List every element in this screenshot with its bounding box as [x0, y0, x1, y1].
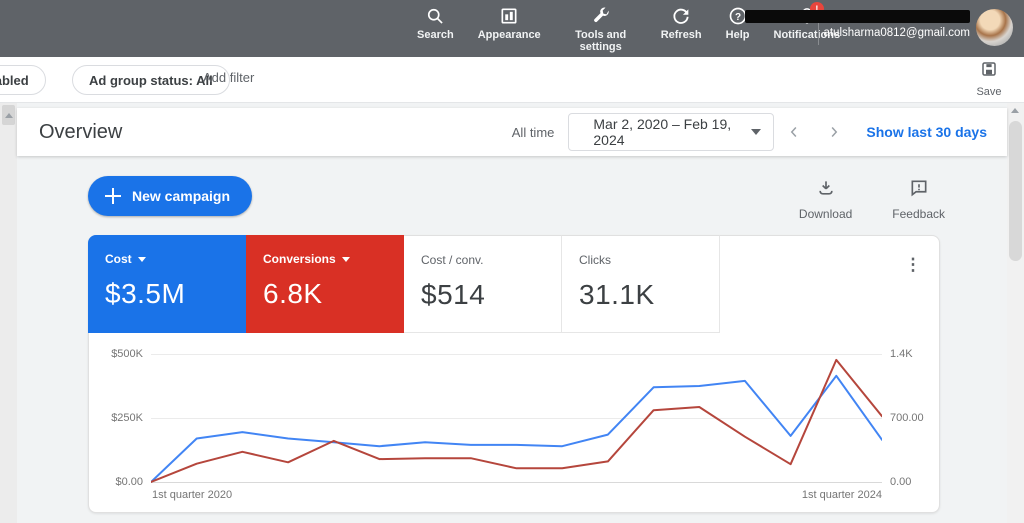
refresh-button[interactable]: Refresh — [649, 6, 714, 53]
download-label: Download — [798, 207, 853, 221]
download-icon — [816, 178, 836, 203]
kebab-menu-icon[interactable]: ⋮ — [903, 254, 923, 276]
ad-group-status-label: Ad group status: All — [89, 72, 213, 88]
scorecard-clicks-label: Clicks — [579, 253, 611, 267]
avatar[interactable] — [976, 9, 1013, 46]
date-range-picker[interactable]: Mar 2, 2020 – Feb 19, 2024 — [568, 113, 775, 151]
scorecard-conversions-value: 6.8K — [263, 278, 323, 309]
left-scrollbar-thumb[interactable] — [2, 105, 15, 125]
feedback-button[interactable]: Feedback — [892, 178, 945, 221]
show-last-30-days-link[interactable]: Show last 30 days — [866, 124, 987, 140]
vertical-scrollbar[interactable] — [1007, 103, 1024, 523]
date-range-value: Mar 2, 2020 – Feb 19, 2024 — [593, 116, 732, 148]
all-time-label: All time — [511, 124, 555, 140]
new-campaign-button[interactable]: New campaign — [88, 176, 253, 216]
y-axis-right-tick: 700.00 — [890, 412, 924, 424]
filter-bar: us: Enabled Ad group status: All Add fil… — [0, 57, 1024, 103]
overview-header: Overview All time Mar 2, 2020 – Feb 19, … — [17, 108, 1007, 156]
vertical-scrollbar-thumb[interactable] — [1009, 121, 1022, 261]
chart-plot-area[interactable] — [151, 353, 882, 483]
new-campaign-label: New campaign — [132, 188, 231, 204]
account-name-redacted — [745, 10, 970, 23]
chevron-down-icon — [137, 256, 146, 262]
appearance-icon — [499, 6, 519, 26]
search-button[interactable]: Search — [405, 6, 466, 53]
y-axis-left-tick: $250K — [111, 412, 143, 424]
scorecard-cost-label: Cost — [105, 252, 132, 266]
left-scrollbar[interactable] — [0, 103, 17, 523]
refresh-icon — [671, 6, 691, 26]
scorecard-cost-per-conv-value: $514 — [421, 279, 486, 310]
scorecard-cost-per-conv[interactable]: Cost / conv. $514 — [404, 235, 562, 333]
chevron-right-icon — [831, 126, 838, 138]
next-period-button[interactable] — [814, 112, 854, 152]
top-app-bar: Search Appearance Tools and settings Ref… — [0, 0, 1024, 57]
feedback-icon — [909, 178, 929, 203]
tools-icon — [591, 6, 611, 26]
scorecard-cost[interactable]: Cost $3.5M — [88, 235, 246, 333]
y-axis-left-tick: $500K — [111, 348, 143, 360]
save-icon — [980, 60, 998, 83]
search-label: Search — [417, 29, 454, 41]
date-range-cluster: All time Mar 2, 2020 – Feb 19, 2024 Show… — [512, 108, 987, 156]
y-axis-right-tick: 0.00 — [890, 476, 912, 488]
main-content: Overview All time Mar 2, 2020 – Feb 19, … — [17, 103, 1007, 523]
account-email: atulsharma0812@gmail.com — [823, 27, 970, 39]
feedback-label: Feedback — [892, 207, 945, 221]
save-button[interactable]: Save — [968, 60, 1010, 98]
chevron-left-icon — [791, 126, 797, 138]
conversions-line-series — [151, 358, 882, 483]
scroll-up-arrow-icon — [4, 112, 13, 118]
download-button[interactable]: Download — [799, 178, 852, 221]
scorecard-cost-per-conv-label: Cost / conv. — [421, 253, 484, 267]
previous-period-button[interactable] — [774, 112, 814, 152]
page-title: Overview — [39, 121, 123, 143]
x-axis-end-label: 1st quarter 2024 — [801, 489, 882, 501]
performance-chart: $500K $250K $0.00 1.4K 700.00 0.00 1st q… — [89, 334, 939, 512]
card-actions: Download Feedback — [799, 178, 945, 221]
scorecard-conversions-label: Conversions — [263, 252, 336, 266]
y-axis-left-tick: $0.00 — [115, 476, 143, 488]
tools-settings-label: Tools and settings — [575, 29, 627, 53]
status-filter-chip[interactable]: us: Enabled — [0, 65, 46, 95]
google-ads-overview-page: Search Appearance Tools and settings Ref… — [0, 0, 1024, 523]
save-label: Save — [976, 86, 1002, 98]
tools-settings-button[interactable]: Tools and settings — [553, 6, 649, 53]
scorecard-clicks[interactable]: Clicks 31.1K — [562, 235, 720, 333]
overview-chart-card: Cost $3.5M Conversions 6.8K Cost / conv.… — [88, 235, 940, 513]
x-axis-start-label: 1st quarter 2020 — [152, 489, 233, 501]
refresh-label: Refresh — [660, 29, 702, 41]
scorecard-strip: Cost $3.5M Conversions 6.8K Cost / conv.… — [88, 235, 720, 333]
scorecard-cost-value: $3.5M — [105, 278, 186, 309]
appearance-label: Appearance — [477, 29, 541, 41]
plus-icon — [104, 187, 122, 205]
scrollbar-up-arrow-icon — [1011, 108, 1019, 113]
status-filter-label: us: Enabled — [0, 72, 29, 88]
y-axis-right-tick: 1.4K — [890, 348, 913, 360]
chevron-down-icon — [341, 256, 350, 262]
chevron-down-icon — [751, 129, 762, 135]
add-filter-button[interactable]: Add filter — [203, 70, 254, 85]
scorecard-conversions[interactable]: Conversions 6.8K — [246, 235, 404, 333]
account-info[interactable]: atulsharma0812@gmail.com — [740, 10, 970, 39]
search-icon — [425, 6, 445, 26]
appearance-button[interactable]: Appearance — [466, 6, 553, 53]
scorecard-clicks-value: 31.1K — [579, 279, 655, 310]
cost-line-series — [151, 374, 882, 483]
